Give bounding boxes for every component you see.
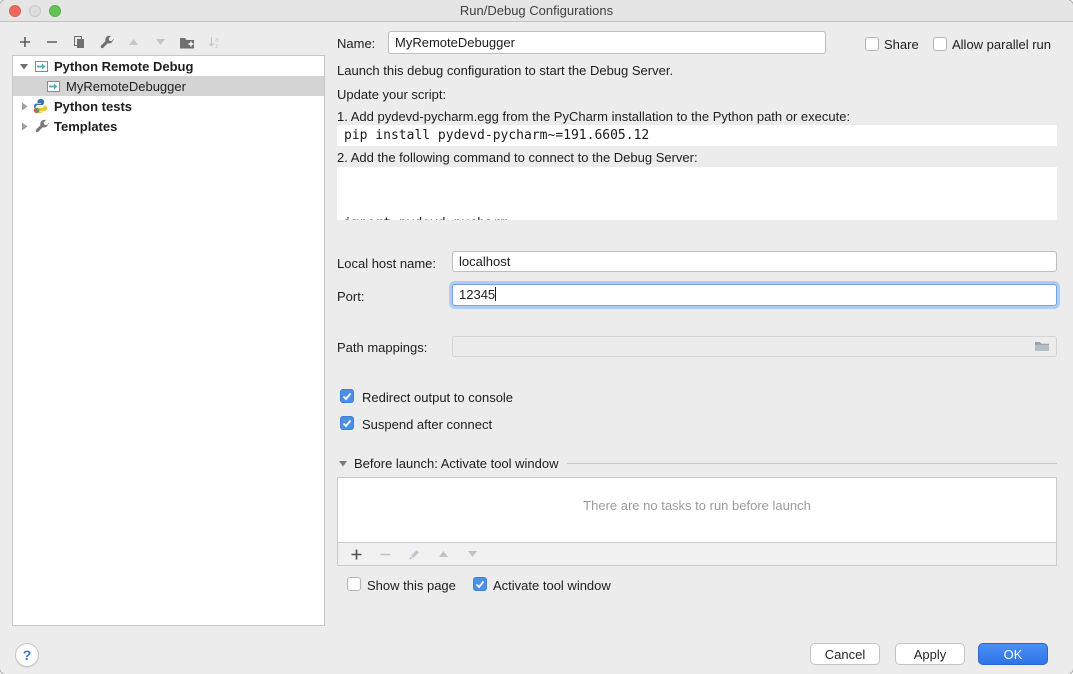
tree-item-label: Python tests	[54, 99, 132, 114]
intro-text: Launch this debug configuration to start…	[337, 63, 673, 78]
port-input[interactable]: 12345	[452, 284, 1057, 306]
suspend-after-connect-label: Suspend after connect	[362, 417, 492, 432]
remove-configuration-button[interactable]	[43, 33, 61, 51]
apply-button[interactable]: Apply	[895, 643, 965, 665]
tasks-toolbar	[337, 543, 1057, 566]
show-this-page-label: Show this page	[367, 578, 456, 593]
edit-templates-icon[interactable]	[97, 33, 115, 51]
sort-alphabetically-icon[interactable]: az	[205, 33, 223, 51]
show-this-page-checkbox[interactable]	[347, 577, 361, 591]
move-up-icon[interactable]	[124, 33, 142, 51]
add-configuration-button[interactable]	[16, 33, 34, 51]
expand-icon[interactable]	[19, 122, 29, 131]
header-divider	[567, 463, 1057, 464]
cancel-button[interactable]: Cancel	[810, 643, 880, 665]
step1-text: 1. Add pydevd-pycharm.egg from the PyCha…	[337, 109, 850, 124]
copy-configuration-icon[interactable]	[70, 33, 88, 51]
configurations-toolbar: az	[16, 32, 223, 52]
tree-item-label: MyRemoteDebugger	[66, 79, 186, 94]
text-caret	[495, 287, 496, 301]
settrace-code: import pydevd_pycharm pydevd_pycharm.set…	[337, 167, 1057, 220]
path-mappings-input[interactable]	[452, 336, 1057, 357]
allow-parallel-run-label: Allow parallel run	[952, 37, 1051, 52]
help-button[interactable]: ?	[15, 643, 39, 667]
pip-install-code: pip install pydevd-pycharm~=191.6605.12	[337, 125, 1057, 146]
step2-text: 2. Add the following command to connect …	[337, 150, 698, 165]
local-host-label: Local host name:	[337, 256, 436, 271]
share-label: Share	[884, 37, 919, 52]
move-task-down-icon[interactable]	[463, 545, 481, 563]
minimize-window-button[interactable]	[29, 5, 41, 17]
browse-folder-icon[interactable]	[1034, 340, 1050, 353]
remote-debug-config-icon	[45, 80, 61, 93]
path-mappings-label: Path mappings:	[337, 340, 427, 355]
settrace-code-line1: import pydevd_pycharm	[344, 213, 1057, 220]
before-launch-title: Before launch: Activate tool window	[354, 456, 559, 471]
empty-tasks-text: There are no tasks to run before launch	[583, 498, 811, 513]
update-script-text: Update your script:	[337, 87, 446, 102]
redirect-output-checkbox[interactable]	[340, 389, 354, 403]
svg-text:z: z	[215, 43, 218, 49]
allow-parallel-run-checkbox[interactable]	[933, 37, 947, 51]
local-host-input[interactable]	[452, 251, 1057, 272]
expand-icon[interactable]	[19, 102, 29, 111]
before-launch-header: Before launch: Activate tool window	[339, 455, 1057, 471]
tree-item-label: Templates	[54, 119, 117, 134]
tree-item-label: Python Remote Debug	[54, 59, 193, 74]
remove-task-button[interactable]	[376, 545, 394, 563]
tree-item-templates[interactable]: Templates	[13, 116, 324, 136]
share-checkbox[interactable]	[865, 37, 879, 51]
redirect-output-label: Redirect output to console	[362, 390, 513, 405]
tree-item-myremotedebugger[interactable]: MyRemoteDebugger	[13, 76, 324, 96]
run-debug-configurations-dialog: Run/Debug Configurations az Python Remot…	[0, 0, 1073, 674]
python-tests-icon	[33, 98, 49, 114]
configurations-tree: Python Remote Debug MyRemoteDebugger Pyt…	[12, 55, 325, 626]
name-input[interactable]	[388, 31, 826, 54]
tree-item-python-tests[interactable]: Python tests	[13, 96, 324, 116]
suspend-after-connect-checkbox[interactable]	[340, 416, 354, 430]
activate-tool-window-label: Activate tool window	[493, 578, 611, 593]
zoom-window-button[interactable]	[49, 5, 61, 17]
collapse-icon[interactable]	[19, 63, 29, 70]
activate-tool-window-checkbox[interactable]	[473, 577, 487, 591]
templates-wrench-icon	[33, 119, 49, 134]
window-title: Run/Debug Configurations	[460, 3, 613, 18]
port-label: Port:	[337, 289, 364, 304]
edit-task-pencil-icon[interactable]	[405, 545, 423, 563]
name-label: Name:	[337, 36, 375, 51]
remote-debug-config-icon	[33, 60, 49, 73]
close-window-button[interactable]	[9, 5, 21, 17]
ok-button[interactable]: OK	[978, 643, 1048, 665]
collapse-icon[interactable]	[339, 460, 347, 467]
before-launch-tasks-list: There are no tasks to run before launch	[337, 477, 1057, 543]
move-down-icon[interactable]	[151, 33, 169, 51]
add-task-button[interactable]	[347, 545, 365, 563]
new-folder-icon[interactable]	[178, 33, 196, 51]
tree-item-python-remote-debug[interactable]: Python Remote Debug	[13, 56, 324, 76]
move-task-up-icon[interactable]	[434, 545, 452, 563]
titlebar: Run/Debug Configurations	[0, 0, 1073, 22]
